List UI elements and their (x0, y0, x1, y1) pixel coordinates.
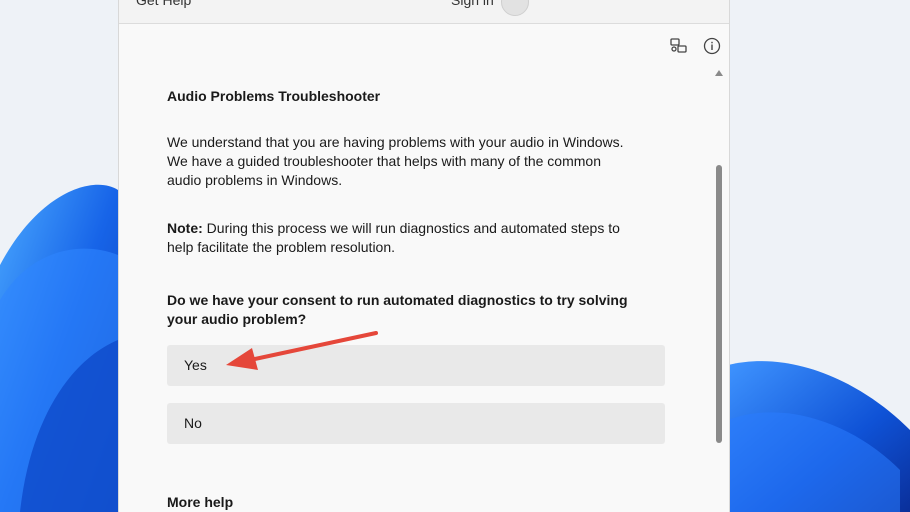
feedback-icon[interactable] (669, 36, 689, 56)
intro-text: We understand that you are having proble… (167, 134, 624, 188)
info-icon[interactable] (702, 36, 722, 56)
page-title: Audio Problems Troubleshooter (167, 88, 381, 104)
yes-button[interactable]: Yes (167, 345, 665, 386)
scroll-up-arrow-icon[interactable] (715, 70, 723, 76)
sign-in-link[interactable]: Sign in (451, 0, 494, 8)
avatar[interactable] (501, 0, 529, 16)
title-bar: Get Help Sign in (119, 0, 729, 24)
consent-question: Do we have your consent to run automated… (167, 292, 628, 327)
scrollbar-thumb[interactable] (716, 165, 722, 443)
app-title: Get Help (136, 0, 192, 8)
note-label: Note: (167, 220, 203, 236)
get-help-window: Get Help Sign in Audio Problems Troubles… (118, 0, 730, 512)
note-text: During this process we will run diagnost… (167, 220, 620, 255)
no-button[interactable]: No (167, 403, 665, 444)
more-help-heading: More help (167, 494, 234, 510)
note-paragraph: Note: During this process we will run di… (167, 219, 637, 257)
